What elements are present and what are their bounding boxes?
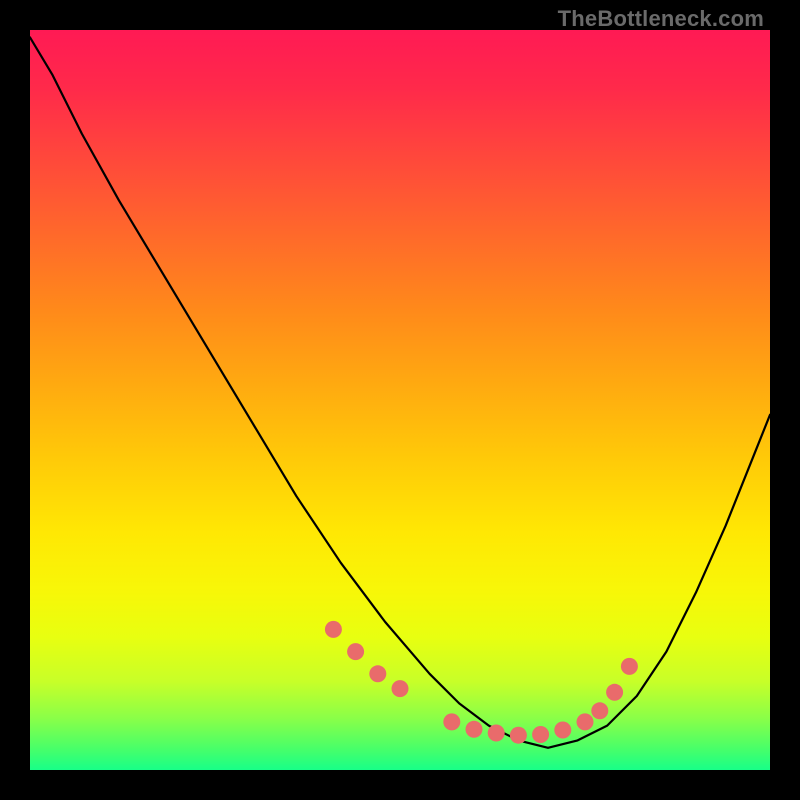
highlight-point xyxy=(577,713,594,730)
highlight-point xyxy=(488,725,505,742)
highlight-point xyxy=(369,665,386,682)
highlight-point xyxy=(443,713,460,730)
highlight-point xyxy=(510,727,527,744)
highlight-point xyxy=(466,721,483,738)
highlight-point xyxy=(325,621,342,638)
highlight-point xyxy=(591,702,608,719)
highlight-point xyxy=(532,726,549,743)
highlight-point xyxy=(606,684,623,701)
plot-area xyxy=(30,30,770,770)
chart-canvas: TheBottleneck.com xyxy=(0,0,800,800)
highlight-point xyxy=(554,722,571,739)
highlight-point xyxy=(621,658,638,675)
watermark-label: TheBottleneck.com xyxy=(558,6,764,32)
bottleneck-curve xyxy=(30,37,770,747)
overlay-svg xyxy=(30,30,770,770)
highlight-point xyxy=(347,643,364,660)
highlight-point xyxy=(392,680,409,697)
